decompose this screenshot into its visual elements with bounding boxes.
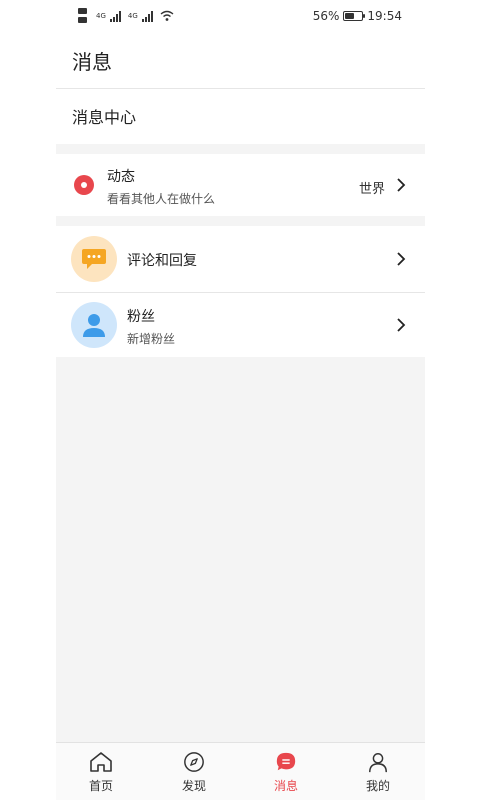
nav-item-me[interactable]: 我的 [348, 751, 408, 797]
nav-item-discover[interactable]: 发现 [164, 751, 224, 797]
chevron-right-icon [397, 178, 406, 192]
nav-label-messages: 消息 [273, 779, 298, 793]
chat-bubble-icon [71, 236, 117, 282]
user-icon [71, 302, 117, 348]
nav-item-home[interactable]: 首页 [71, 751, 131, 797]
feed-subtitle: 看看其他人在做什么 [107, 192, 216, 206]
signal-2-icon [141, 11, 153, 22]
battery-icon [343, 11, 366, 21]
header-divider [56, 88, 425, 89]
screen: 4G 4G 56% 19:54 消息 消息中心 动态 看看其他人在做什么 世界 … [0, 0, 480, 800]
battery-percent: 56% [312, 9, 340, 23]
comments-title: 评论和回复 [127, 253, 197, 269]
message-icon [276, 752, 296, 771]
status-right: 56% 19:54 [313, 7, 402, 25]
hd-icon [78, 8, 87, 23]
compass-icon [184, 752, 204, 772]
feed-title: 动态 [107, 169, 135, 185]
feed-trailing-label: 世界 [359, 182, 386, 197]
section-gap-2 [56, 216, 425, 226]
status-signals: 4G 4G [78, 5, 174, 27]
signal-1-icon [109, 11, 121, 22]
clock: 19:54 [367, 9, 402, 23]
nav-label-home: 首页 [88, 779, 113, 793]
section-title: 消息中心 [72, 108, 137, 127]
network-type-1: 4G [96, 12, 106, 20]
nav-item-messages[interactable]: 消息 [256, 751, 316, 797]
chevron-right-icon [397, 318, 406, 332]
section-gap-1 [56, 144, 425, 154]
battery-fill [345, 13, 355, 19]
location-dot-icon [74, 175, 94, 195]
bottom-nav: 首页 发现 消息 我的 [56, 742, 425, 800]
chevron-right-icon [397, 252, 406, 266]
status-bar: 4G 4G 56% 19:54 [0, 0, 480, 32]
page-title: 消息 [72, 50, 112, 74]
network-type-2: 4G [127, 12, 138, 20]
nav-label-me: 我的 [365, 779, 390, 793]
nav-label-discover: 发现 [181, 779, 206, 793]
home-icon [90, 752, 112, 772]
wifi-icon [160, 10, 174, 21]
profile-icon [369, 753, 387, 773]
empty-content-area [56, 357, 425, 742]
fans-title: 粉丝 [127, 309, 155, 325]
fans-subtitle: 新增粉丝 [127, 332, 176, 346]
